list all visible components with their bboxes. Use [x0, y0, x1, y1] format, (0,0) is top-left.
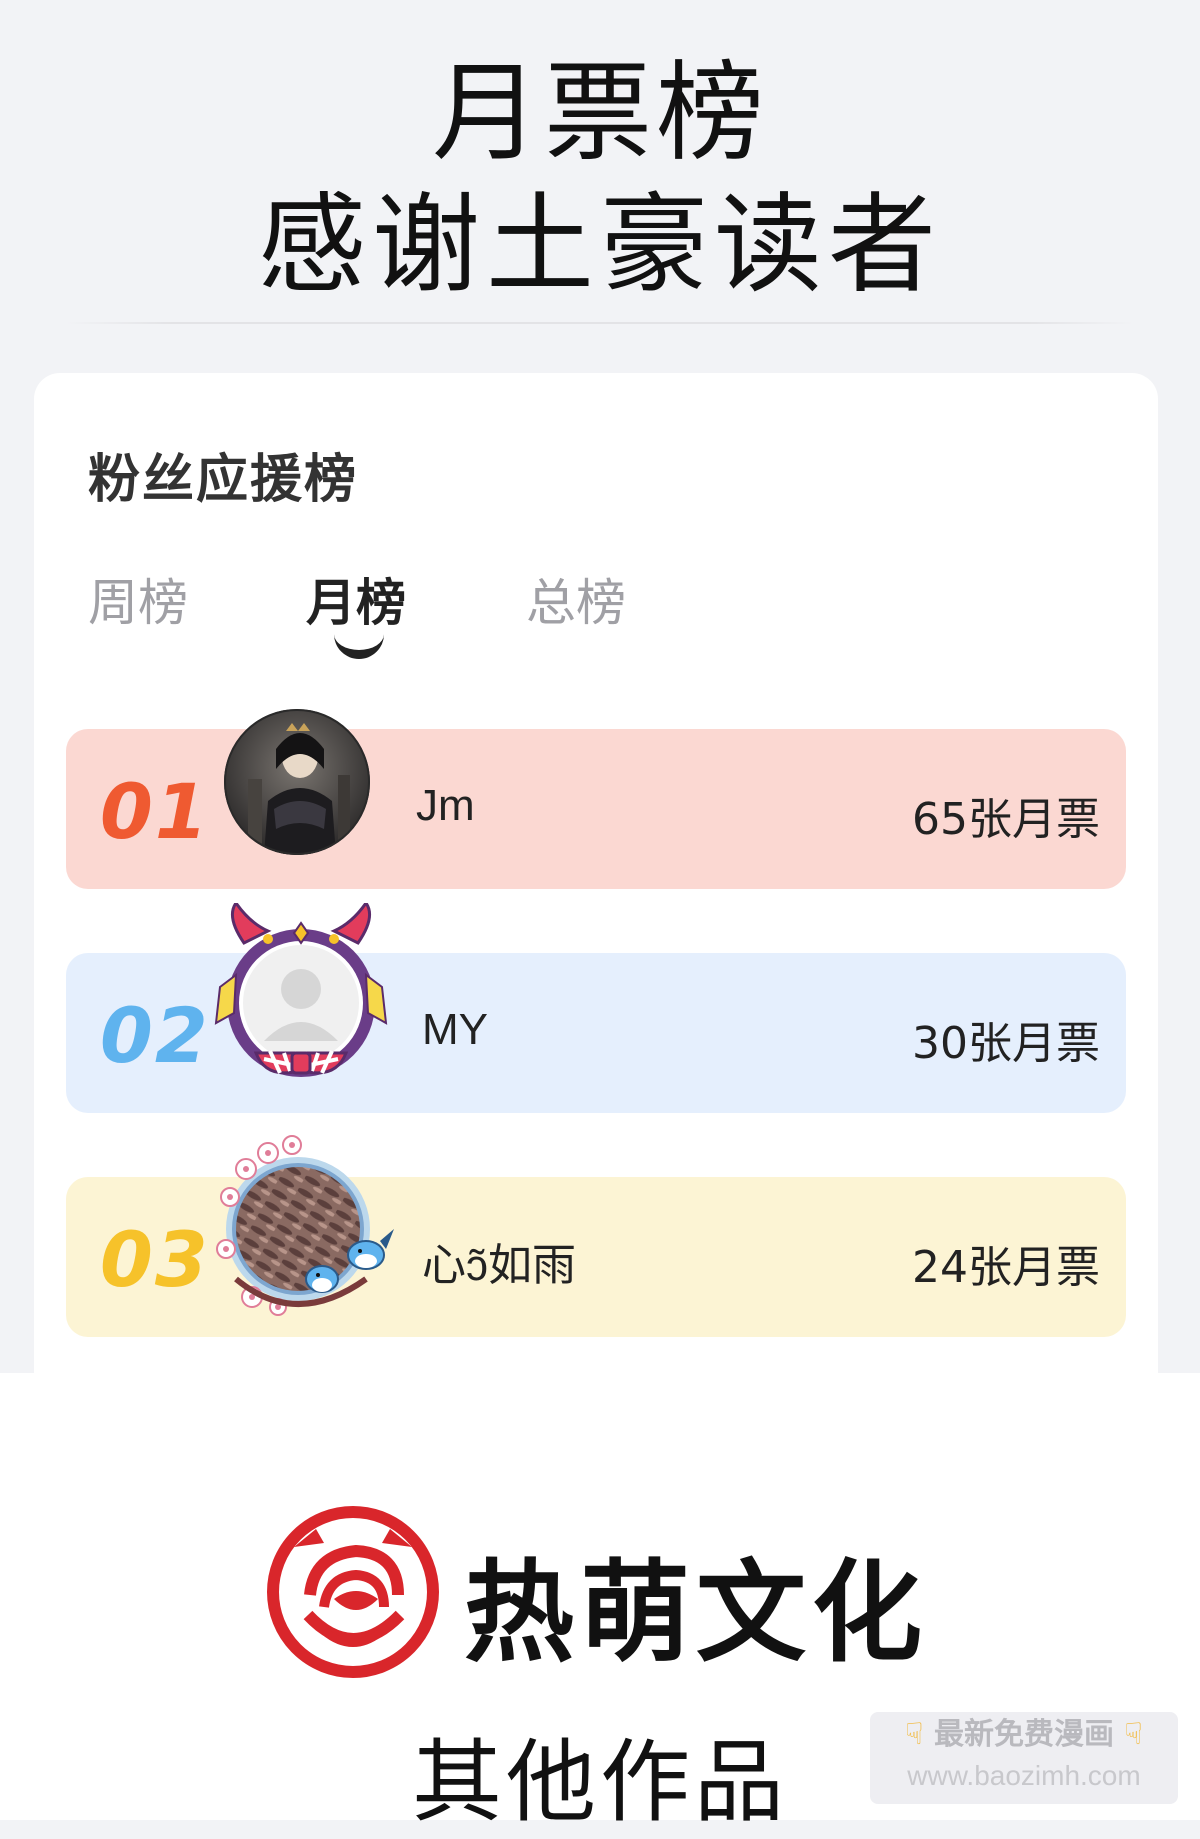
rank-row-3[interactable]: 03 心ɔ̃如雨 24张月票: [66, 1135, 1126, 1337]
watermark-line2: www.baozimh.com: [907, 1760, 1141, 1791]
brand-name: 热萌文化: [464, 1549, 928, 1677]
fan-support-card: 粉丝应援榜 周榜 月榜 总榜 01 Jm 65张月票 02 MY 30张月票 0…: [34, 373, 1158, 1373]
brand-logo-icon: [264, 1503, 442, 1681]
ranking-tabs: 周榜 月榜 总榜: [88, 563, 788, 663]
tab-total[interactable]: 总榜: [526, 563, 626, 635]
pointing-hand-icon: ☟: [905, 1717, 924, 1752]
tab-weekly[interactable]: 周榜: [88, 563, 188, 635]
page-title: 月票榜: [431, 51, 768, 176]
rank-number: 02: [100, 991, 210, 1080]
avatar[interactable]: [224, 709, 370, 855]
ticket-count: 24张月票: [912, 1242, 1100, 1293]
tab-monthly[interactable]: 月榜: [306, 563, 406, 635]
rank-row-2[interactable]: 02 MY 30张月票: [66, 900, 1126, 1113]
fan-name: MY: [422, 1005, 488, 1054]
watermark: ☟ 最新免费漫画 ☟ www.baozimh.com: [870, 1712, 1178, 1804]
rank-number: 03: [100, 1215, 210, 1304]
rank-number: 01: [100, 767, 210, 856]
card-title: 粉丝应援榜: [88, 450, 359, 510]
ticket-count: 65张月票: [912, 794, 1100, 845]
page-subtitle: 感谢土豪读者: [257, 183, 942, 308]
avatar[interactable]: [206, 1129, 396, 1325]
page-header: 月票榜 感谢土豪读者: [0, 48, 1200, 312]
fan-name: Jm: [416, 781, 475, 830]
pointing-hand-icon: ☟: [1124, 1717, 1143, 1752]
fan-name: 心ɔ̃如雨: [422, 1241, 576, 1290]
active-tab-indicator: [334, 633, 384, 659]
avatar[interactable]: [206, 900, 396, 1103]
watermark-line1: 最新免费漫画: [934, 1717, 1114, 1752]
ticket-count: 30张月票: [912, 1018, 1100, 1069]
rank-row-1[interactable]: 01 Jm 65张月票: [66, 709, 1126, 889]
header-divider: [66, 322, 1134, 324]
